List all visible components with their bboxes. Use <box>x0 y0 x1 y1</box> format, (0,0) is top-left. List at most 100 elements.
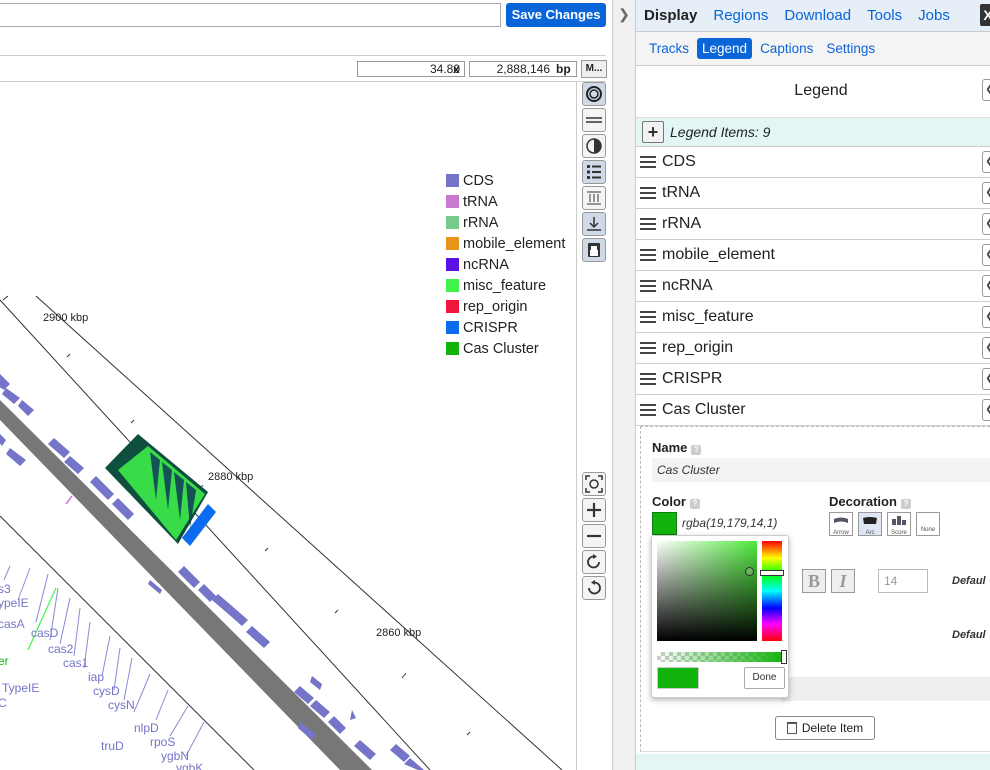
legend-item[interactable]: rep_origin <box>446 296 565 317</box>
drag-handle-icon[interactable] <box>640 218 656 230</box>
chevron-left-icon[interactable]: ❮ <box>982 182 990 204</box>
zoom-input[interactable]: 34.80 <box>357 61 465 77</box>
hue-handle[interactable] <box>760 570 784 576</box>
decoration-none[interactable]: None <box>916 512 940 536</box>
decoration-arc[interactable]: Arc <box>858 512 882 536</box>
alpha-slider[interactable] <box>657 652 784 662</box>
italic-button[interactable]: I <box>831 569 855 593</box>
arc-icon <box>863 517 877 524</box>
decoration-arrow[interactable]: Arrow <box>829 512 853 536</box>
zoom-out-icon[interactable] <box>582 524 606 548</box>
chevron-left-icon[interactable]: ❮ <box>982 275 990 297</box>
tab-display[interactable]: Display <box>644 7 697 24</box>
legend-item-row[interactable]: mobile_element ❮ <box>636 240 990 271</box>
drag-handle-icon[interactable] <box>640 373 656 385</box>
legend-item[interactable]: misc_feature <box>446 275 565 296</box>
saturation-handle[interactable] <box>745 567 754 576</box>
drag-handle-icon[interactable] <box>640 249 656 261</box>
legend-swatch <box>446 342 459 355</box>
gene-label: ypeIE <box>0 596 29 610</box>
tab-download[interactable]: Download <box>784 7 851 24</box>
legend-item-row[interactable]: CRISPR ❮ <box>636 364 990 395</box>
help-icon[interactable]: ? <box>900 499 911 509</box>
name-input[interactable]: Cas Cluster <box>652 458 990 482</box>
drag-handle-icon[interactable] <box>640 280 656 292</box>
fit-icon[interactable] <box>582 472 606 496</box>
tab-tracks[interactable]: Tracks <box>644 38 694 59</box>
add-item-button[interactable]: + <box>642 121 664 143</box>
legend-item[interactable]: CDS <box>446 170 565 191</box>
drag-handle-icon[interactable] <box>640 156 656 168</box>
legend-item-row[interactable]: CDS ❮ <box>636 147 990 178</box>
legend-item-row[interactable]: rep_origin ❮ <box>636 333 990 364</box>
help-icon[interactable]: ? <box>689 499 700 509</box>
chevron-left-icon[interactable]: ❮ <box>982 368 990 390</box>
drag-handle-icon[interactable] <box>640 404 656 416</box>
anchor-icon[interactable] <box>582 212 606 236</box>
legend-item[interactable]: tRNA <box>446 191 565 212</box>
bold-button[interactable]: B <box>802 569 826 593</box>
legend-swatch <box>446 216 459 229</box>
legend-item-label: CDS <box>662 153 696 170</box>
rotate-ccw-icon[interactable] <box>582 576 606 600</box>
legend-item[interactable]: CRISPR <box>446 317 565 338</box>
legend-label: ncRNA <box>463 256 509 273</box>
gene-label: cas2 <box>48 642 74 656</box>
drag-handle-icon[interactable] <box>640 311 656 323</box>
zoom-in-icon[interactable] <box>582 498 606 522</box>
legend-item-row[interactable]: tRNA ❮ <box>636 178 990 209</box>
map-legend[interactable]: CDS tRNA rRNA mobile_element ncRNA misc_featu… <box>446 170 565 359</box>
drag-handle-icon[interactable] <box>640 342 656 354</box>
chevron-left-icon[interactable]: ❮ <box>982 79 990 101</box>
list-icon[interactable] <box>582 160 606 184</box>
lock-icon[interactable] <box>582 238 606 262</box>
map-title-input[interactable] <box>0 3 501 27</box>
move-menu-button[interactable]: M... <box>581 60 607 78</box>
tab-regions[interactable]: Regions <box>713 7 768 24</box>
map-canvas[interactable]: 2900 kbp 2880 kbp 2860 kbp s3 ypeIE casA… <box>0 82 576 770</box>
legend-item[interactable]: rRNA <box>446 212 565 233</box>
drag-handle-icon[interactable] <box>640 187 656 199</box>
font-size-input[interactable]: 14 <box>878 569 928 593</box>
legend-item-row[interactable]: ncRNA ❮ <box>636 271 990 302</box>
tab-jobs[interactable]: Jobs <box>918 7 950 24</box>
tab-settings[interactable]: Settings <box>821 38 880 59</box>
legend-item-row[interactable]: Cas Cluster ❮ <box>636 395 990 426</box>
help-icon[interactable]: ? <box>691 445 702 455</box>
decoration-score[interactable]: Score <box>887 512 911 536</box>
legend-item[interactable]: mobile_element <box>446 233 565 254</box>
chevron-left-icon[interactable]: ❮ <box>982 213 990 235</box>
close-icon[interactable]: X <box>980 4 990 26</box>
name-label: Name? <box>652 440 702 455</box>
legend-item-row[interactable]: misc_feature ❮ <box>636 302 990 333</box>
position-unit: bp <box>556 62 571 76</box>
tab-legend[interactable]: Legend <box>697 38 753 59</box>
legend-label: rep_origin <box>463 298 528 315</box>
tab-tools[interactable]: Tools <box>867 7 902 24</box>
chevron-left-icon[interactable]: ❮ <box>982 337 990 359</box>
chevron-left-icon[interactable]: ❮ <box>982 244 990 266</box>
panel-collapse-toggle[interactable]: ❯ <box>612 0 636 770</box>
alpha-handle[interactable] <box>781 650 787 664</box>
track-spacing-icon[interactable] <box>582 186 606 210</box>
hue-slider[interactable] <box>762 541 782 641</box>
chevron-left-icon[interactable]: ❮ <box>982 306 990 328</box>
legend-item-row[interactable]: rRNA ❮ <box>636 209 990 240</box>
save-changes-button[interactable]: Save Changes <box>506 3 606 27</box>
contrast-icon[interactable] <box>582 134 606 158</box>
color-swatch[interactable] <box>652 512 677 535</box>
delete-item-button[interactable]: Delete Item <box>775 716 875 740</box>
chevron-left-icon[interactable]: ❮ <box>982 151 990 173</box>
gene-label: truD <box>101 739 124 753</box>
legend-item[interactable]: Cas Cluster <box>446 338 565 359</box>
rotate-cw-icon[interactable] <box>582 550 606 574</box>
tab-captions[interactable]: Captions <box>755 38 818 59</box>
legend-item-label: tRNA <box>662 184 701 201</box>
legend-header: Legend ❮ <box>636 66 990 118</box>
done-button[interactable]: Done <box>744 667 785 689</box>
chevron-left-icon[interactable]: ❮ <box>982 399 990 421</box>
saturation-area[interactable] <box>657 541 757 641</box>
lines-icon[interactable] <box>582 108 606 132</box>
legend-item[interactable]: ncRNA <box>446 254 565 275</box>
ring-icon[interactable] <box>582 82 606 106</box>
